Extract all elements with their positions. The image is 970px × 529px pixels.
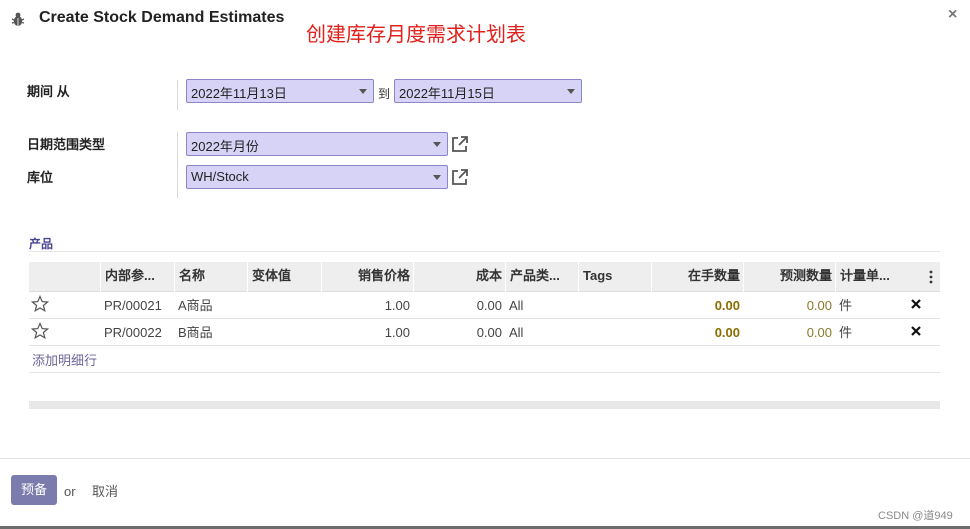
star-icon[interactable] <box>31 322 49 340</box>
prepare-button[interactable]: 预备 <box>11 475 57 505</box>
row-divider <box>29 372 940 373</box>
section-divider <box>29 251 940 252</box>
cell-name: A商品 <box>178 298 213 313</box>
products-section-title: 产品 <box>29 237 54 251</box>
annotation-text: 创建库存月度需求计划表 <box>306 22 526 46</box>
chevron-down-icon <box>433 175 441 180</box>
location-select[interactable]: WH/Stock <box>186 165 448 189</box>
cell-price: 1.00 <box>384 298 410 313</box>
cell-uom: 件 <box>839 325 853 340</box>
cell-category: All <box>509 298 524 313</box>
date-to-value: 2022年11月15日 <box>399 86 495 101</box>
table-row[interactable]: PR/00021 A商品 1.00 0.00 All 0.00 0.00 件 <box>29 292 940 319</box>
cell-ref: PR/00022 <box>104 325 162 340</box>
column-header-variant[interactable]: 变体值 <box>247 262 322 292</box>
location-label: 库位 <box>27 170 54 185</box>
cell-name: B商品 <box>178 325 213 340</box>
column-options-icon[interactable] <box>929 270 933 284</box>
cell-variant <box>247 292 322 319</box>
date-from-select[interactable]: 2022年11月13日 <box>186 79 374 103</box>
external-link-icon[interactable] <box>450 134 470 154</box>
delete-row-icon[interactable] <box>911 299 921 309</box>
field-divider <box>177 80 178 110</box>
table-row[interactable]: PR/00022 B商品 1.00 0.00 All 0.00 0.00 件 <box>29 319 940 346</box>
column-header-on-hand[interactable]: 在手数量 <box>651 262 744 292</box>
cell-variant <box>247 319 322 346</box>
cancel-button[interactable]: 取消 <box>92 481 118 500</box>
date-from-value: 2022年11月13日 <box>191 86 287 101</box>
dialog-title: Create Stock Demand Estimates <box>39 9 285 26</box>
column-header-price[interactable]: 销售价格 <box>321 262 414 292</box>
column-header-category[interactable]: 产品类... <box>505 262 579 292</box>
column-header-ref[interactable]: 内部参... <box>100 262 175 292</box>
column-header-tags[interactable]: Tags <box>578 262 652 292</box>
period-label: 期间 从 <box>27 84 70 99</box>
add-line-link[interactable]: 添加明细行 <box>32 350 97 369</box>
delete-row-icon[interactable] <box>911 326 921 336</box>
close-button[interactable]: × <box>948 6 957 24</box>
star-icon[interactable] <box>31 295 49 313</box>
cell-cost: 0.00 <box>476 298 502 313</box>
cell-on-hand: 0.00 <box>714 325 740 340</box>
column-header-name[interactable]: 名称 <box>174 262 248 292</box>
cell-ref: PR/00021 <box>104 298 162 313</box>
column-header-uom[interactable]: 计量单... <box>835 262 909 292</box>
cell-forecast: 0.00 <box>806 325 832 340</box>
watermark: CSDN @道949 <box>878 510 953 522</box>
column-header-cost[interactable]: 成本 <box>413 262 506 292</box>
footer-divider <box>0 458 970 459</box>
column-header-forecast[interactable]: 预测数量 <box>743 262 836 292</box>
cell-tags <box>578 292 652 319</box>
horizontal-scrollbar[interactable] <box>29 401 940 409</box>
or-text: or <box>64 484 76 499</box>
date-range-type-label: 日期范围类型 <box>27 137 106 152</box>
modal-header: Create Stock Demand Estimates 创建库存月度需求计划… <box>0 0 970 46</box>
chevron-down-icon <box>433 142 441 147</box>
date-range-type-value: 2022年月份 <box>191 139 259 154</box>
to-label: 到 <box>378 87 391 101</box>
date-range-type-select[interactable]: 2022年月份 <box>186 132 448 156</box>
cell-price: 1.00 <box>384 325 410 340</box>
bug-icon <box>11 12 25 26</box>
table-header: 内部参... 名称 变体值 销售价格 成本 产品类... Tags 在手数量 预… <box>29 262 940 292</box>
location-value: WH/Stock <box>191 169 249 184</box>
cell-on-hand: 0.00 <box>714 298 740 313</box>
cell-uom: 件 <box>839 298 853 313</box>
cell-tags <box>578 319 652 346</box>
cell-forecast: 0.00 <box>806 298 832 313</box>
cell-cost: 0.00 <box>476 325 502 340</box>
cell-category: All <box>509 325 524 340</box>
chevron-down-icon <box>567 89 575 94</box>
date-to-select[interactable]: 2022年11月15日 <box>394 79 582 103</box>
chevron-down-icon <box>359 89 367 94</box>
external-link-icon[interactable] <box>450 167 470 187</box>
field-divider <box>177 132 178 198</box>
